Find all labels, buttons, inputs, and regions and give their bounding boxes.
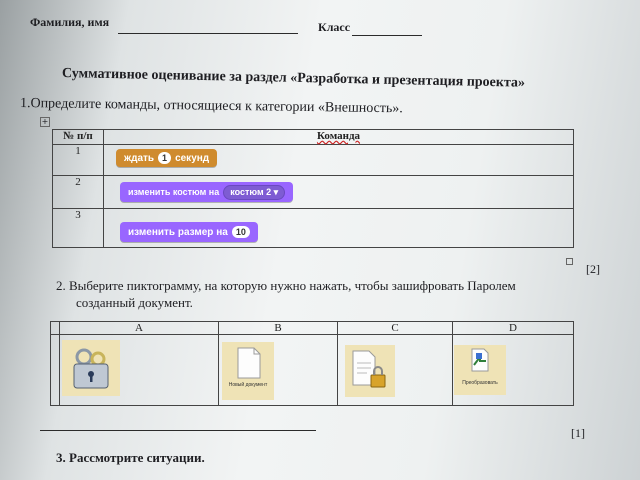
command-cell: ждать 1 секунд	[103, 144, 574, 176]
block-text: ждать	[124, 152, 155, 164]
lock-keys-icon[interactable]	[62, 340, 120, 396]
set-size-block[interactable]: изменить размер на 10	[120, 222, 258, 242]
table-row: 1 ждать 1 секунд	[52, 144, 574, 176]
question-2-text-line-2: созданный документ.	[76, 295, 193, 310]
question-1-text: 1.Определите команды, относящиеся к кате…	[19, 96, 403, 117]
option-header: C	[337, 321, 453, 335]
block-text: изменить размер на	[128, 226, 228, 238]
name-label: Фамилия, имя	[30, 15, 110, 29]
table-move-handle-icon[interactable]: +	[40, 117, 50, 127]
worksheet-page: Фамилия, имя Класс Суммативное оценивани…	[0, 0, 640, 480]
row-number: 3	[52, 208, 104, 248]
class-blank-line	[352, 35, 422, 36]
column-header-number: № п/п	[52, 129, 104, 145]
class-label: Класс	[318, 20, 351, 34]
question-3-text: 3. Рассмотрите ситуации.	[56, 450, 205, 465]
empty-cell	[50, 321, 60, 335]
new-document-icon[interactable]: Новый документ	[222, 342, 274, 400]
document-graphic	[237, 347, 261, 379]
answer-line	[40, 430, 316, 431]
costume-dropdown[interactable]: костюм 2 ▾	[223, 184, 286, 200]
document-lock-graphic	[352, 350, 386, 388]
table-row: 2 изменить костюм на костюм 2 ▾	[52, 175, 574, 209]
question-1-score: [2]	[586, 262, 600, 276]
command-cell: изменить размер на 10	[103, 208, 574, 248]
column-header-command: Команда	[103, 129, 574, 145]
wait-seconds-block[interactable]: ждать 1 секунд	[116, 149, 218, 167]
question-2-text-line-1: 2. Выберите пиктограмму, на которую нужн…	[56, 278, 516, 293]
option-header: D	[452, 321, 574, 335]
table-row: 3 изменить размер на 10	[52, 208, 574, 248]
empty-cell	[50, 334, 60, 406]
option-header: B	[218, 321, 338, 335]
page-title: Суммативное оценивание за раздел «Разраб…	[61, 66, 526, 91]
column-header-command-text: Команда	[316, 130, 361, 142]
block-text: изменить костюм на	[128, 187, 220, 197]
row-number: 1	[52, 144, 104, 176]
option-header: A	[59, 321, 219, 335]
lock-keys-graphic	[73, 348, 109, 389]
switch-costume-block[interactable]: изменить костюм на костюм 2 ▾	[120, 182, 294, 202]
row-number: 2	[52, 175, 104, 209]
question-2-score: [1]	[571, 426, 585, 440]
command-cell: изменить костюм на костюм 2 ▾	[103, 175, 574, 209]
name-blank-line	[118, 33, 298, 34]
table-resize-handle[interactable]	[566, 258, 573, 265]
icon-label: Преобразовать	[462, 380, 498, 386]
icon-label: Новый документ	[228, 382, 268, 388]
block-text: секунд	[175, 152, 210, 164]
convert-graphic	[471, 348, 489, 372]
convert-icon[interactable]: Преобразовать	[454, 345, 506, 395]
commands-table: № п/п Команда 1 ждать 1 секунд 2 изменит…	[52, 129, 574, 248]
block-number-input[interactable]: 1	[158, 152, 172, 164]
block-number-input[interactable]: 10	[231, 226, 250, 238]
icons-header-row: A B C D	[50, 321, 574, 335]
document-lock-icon[interactable]	[345, 345, 395, 397]
table-header-row: № п/п Команда	[52, 129, 574, 145]
